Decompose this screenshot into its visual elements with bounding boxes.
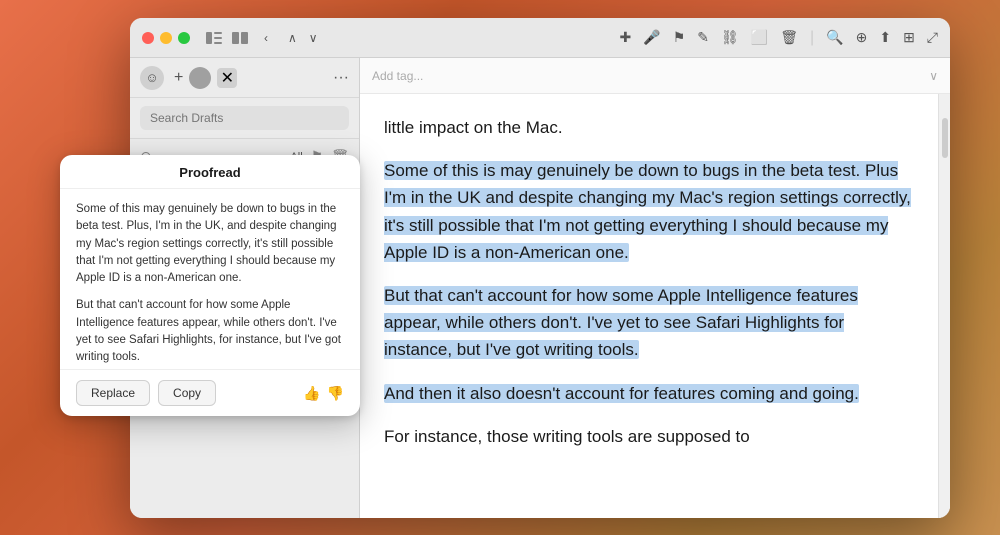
toolbar-right: ✚ 🎤 ⚑ ✎ ⛓ ⬜ 🗑 | 🔍 ⊕ ⬆ ⊞ ⤢ [620, 29, 938, 47]
up-arrow[interactable]: ∧ [284, 29, 301, 47]
search-bar [130, 98, 359, 139]
window-tile-icon[interactable]: ⊞ [903, 29, 915, 46]
proofread-title: Proofread [60, 155, 360, 189]
feedback-icons: 👍 👎 [303, 385, 344, 402]
highlighted-text-3: And then it also doesn't account for fea… [384, 384, 859, 403]
paragraph-3-highlighted: But that can't account for how some Appl… [384, 282, 914, 364]
highlighted-text-2: But that can't account for how some Appl… [384, 286, 858, 359]
tag-chevron-icon[interactable]: ∨ [929, 69, 938, 83]
close-button[interactable] [142, 32, 154, 44]
paragraph-2-highlighted: Some of this is may genuinely be down to… [384, 157, 914, 266]
paragraph-4-highlighted: And then it also doesn't account for fea… [384, 380, 914, 407]
link-icon[interactable]: ⛓ [721, 29, 739, 46]
editor-area: Add tag... ∨ little impact on the Mac. S… [360, 58, 950, 518]
minimize-button[interactable] [160, 32, 172, 44]
sidebar-smile-icon[interactable]: ☺ [140, 66, 164, 90]
scroll-thumb [942, 118, 948, 158]
thumbs-up-icon[interactable]: 👍 [303, 385, 320, 402]
tag-input[interactable]: Add tag... [372, 69, 921, 83]
copy-button[interactable]: Copy [158, 380, 216, 406]
profile-avatar[interactable] [189, 67, 211, 89]
new-draft-button[interactable]: + [174, 69, 183, 87]
proofread-paragraph-1: Some of this may genuinely be down to bu… [76, 201, 344, 287]
share-icon[interactable]: ⬆ [879, 29, 891, 46]
sync-icon[interactable]: ✕ [217, 68, 237, 88]
search-input[interactable] [140, 106, 349, 130]
proofread-body: Some of this may genuinely be down to bu… [60, 189, 360, 369]
sidebar-icon[interactable] [206, 30, 222, 46]
maximize-button[interactable] [178, 32, 190, 44]
traffic-lights [142, 32, 190, 44]
proofread-popup: Proofread Some of this may genuinely be … [60, 155, 360, 416]
editor-toolbar: Add tag... ∨ [360, 58, 950, 94]
editor-scrollbar[interactable] [938, 94, 950, 518]
back-arrow[interactable]: ‹ [260, 29, 272, 47]
pencil-icon[interactable]: ✎ [697, 29, 709, 46]
titlebar-left-icons [206, 30, 248, 46]
thumbs-down-icon[interactable]: 👎 [327, 385, 344, 402]
flag-icon[interactable]: ⚑ [673, 29, 686, 46]
sidebar-toolbar: ☺ + ✕ ··· [130, 58, 359, 98]
fullscreen-icon[interactable]: ⤢ [927, 29, 938, 46]
split-sidebar-icon[interactable] [232, 30, 248, 46]
highlighted-text-1: Some of this is may genuinely be down to… [384, 161, 911, 262]
title-bar: ‹ ∧ ∨ ✚ 🎤 ⚑ ✎ ⛓ ⬜ 🗑 | 🔍 ⊕ ⬆ ⊞ ⤢ [130, 18, 950, 58]
paragraph-5: For instance, those writing tools are su… [384, 423, 914, 450]
up-down-arrows: ∧ ∨ [284, 29, 322, 47]
down-arrow[interactable]: ∨ [305, 29, 322, 47]
replace-button[interactable]: Replace [76, 380, 150, 406]
paragraph-1: little impact on the Mac. [384, 114, 914, 141]
mic-icon[interactable]: 🎤 [643, 29, 660, 46]
search-icon[interactable]: 🔍 [826, 29, 843, 46]
inbox-icon[interactable]: ⬜ [751, 29, 768, 46]
sidebar-more-button[interactable]: ··· [333, 69, 349, 87]
compose-icon[interactable]: ✚ [620, 29, 632, 46]
proofread-paragraph-2: But that can't account for how some Appl… [76, 297, 344, 366]
proofread-footer: Replace Copy 👍 👎 [60, 369, 360, 416]
zoom-icon[interactable]: ⊕ [856, 29, 868, 46]
editor-content[interactable]: little impact on the Mac. Some of this i… [360, 94, 938, 518]
trash-icon[interactable]: 🗑 [780, 29, 798, 46]
nav-arrows: ‹ [260, 29, 272, 47]
